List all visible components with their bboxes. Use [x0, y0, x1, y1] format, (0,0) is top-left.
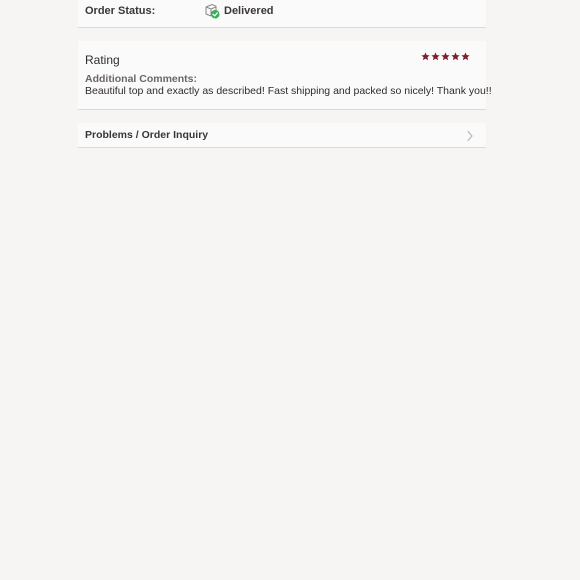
star-icon: [461, 52, 470, 61]
order-status-value: Delivered: [224, 5, 274, 17]
delivered-box-check-icon: [204, 3, 220, 19]
additional-comments-label: Additional Comments:: [85, 73, 197, 85]
star-icon: [431, 52, 440, 61]
rating-title: Rating: [85, 53, 120, 67]
order-status-label: Order Status:: [85, 5, 156, 17]
problems-order-inquiry-label: Problems / Order Inquiry: [85, 129, 209, 141]
chevron-right-icon: [466, 129, 474, 142]
star-icon: [421, 52, 430, 61]
star-icon: [451, 52, 460, 61]
additional-comments-text: Beautiful top and exactly as described! …: [85, 85, 492, 97]
order-details-page: Order Status: Delivered Rating Additiona…: [0, 0, 580, 580]
star-icon: [441, 52, 450, 61]
rating-card: Rating Additional Comments: Beautiful to…: [78, 41, 492, 110]
star-rating: [421, 52, 470, 61]
order-status-row: Order Status: Delivered: [78, 0, 486, 28]
problems-order-inquiry-row[interactable]: Problems / Order Inquiry: [78, 123, 486, 148]
